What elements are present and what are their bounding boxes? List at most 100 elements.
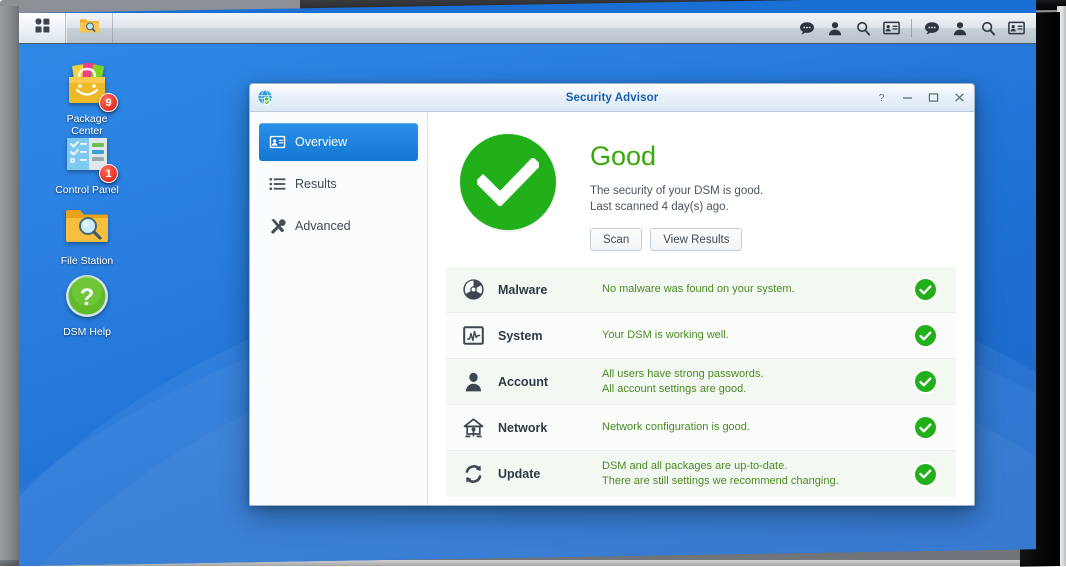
badge-count: 9 <box>99 93 118 112</box>
check-name: Malware <box>498 283 602 297</box>
content-panel: Good The security of your DSM is good. L… <box>428 112 974 505</box>
radiation-icon <box>460 279 486 300</box>
taskbar-separator <box>911 19 912 37</box>
screen: 9 Package Center <box>19 0 1036 566</box>
status-badge <box>910 417 940 438</box>
overview-description-line1: The security of your DSM is good. <box>590 183 763 199</box>
maximize-button[interactable] <box>927 91 940 104</box>
check-name: Update <box>498 467 602 481</box>
chat-bubble-icon <box>924 21 940 36</box>
taskbar-notifications-button[interactable] <box>793 13 821 43</box>
taskbar-right-icons <box>793 13 1036 43</box>
security-check-list: Malware No malware was found on your sys… <box>428 267 974 505</box>
green-check-circle <box>915 371 936 392</box>
status-badge <box>910 325 940 346</box>
chat-bubble-icon <box>799 21 815 36</box>
desktop-icon-label: Control Panel <box>55 184 119 196</box>
sidebar-item-overview[interactable]: Overview <box>259 123 418 161</box>
view-results-button[interactable]: View Results <box>650 228 742 251</box>
id-card-icon <box>1008 21 1025 35</box>
grid-menu-icon <box>34 17 51 39</box>
green-check-circle <box>915 417 936 438</box>
control-panel-icon: 1 <box>61 128 113 180</box>
status-badge <box>910 279 940 300</box>
sidebar-item-label: Results <box>295 177 337 191</box>
folder-search-icon <box>79 17 100 39</box>
person-icon <box>460 372 486 392</box>
list-icon <box>269 176 286 193</box>
tools-icon <box>269 218 286 235</box>
sidebar-item-results[interactable]: Results <box>259 165 418 203</box>
window-titlebar[interactable]: Security Advisor ? <box>250 84 974 112</box>
magnifier-icon <box>981 21 996 36</box>
router-house-icon <box>460 418 486 438</box>
help-icon: ? <box>61 270 113 322</box>
check-desc-line1: Network configuration is good. <box>602 420 910 435</box>
status-badge <box>910 371 940 392</box>
sidebar: Overview <box>250 112 428 505</box>
desktop-icon-label: Package <box>67 113 108 125</box>
green-check-circle <box>460 134 556 230</box>
check-desc-line2: All account settings are good. <box>602 382 910 397</box>
window-title: Security Advisor <box>250 92 974 104</box>
taskbar-user-button[interactable] <box>821 13 849 43</box>
overview-status-title: Good <box>590 140 763 172</box>
desktop-icon-label: DSM Help <box>63 326 111 338</box>
desktop-icon-package-center[interactable]: 9 Package Center <box>45 57 129 137</box>
svg-text:?: ? <box>80 284 95 311</box>
taskbar-file-station-button[interactable] <box>66 13 113 43</box>
magnifier-icon <box>856 21 871 36</box>
check-desc-line1: All users have strong passwords. <box>602 367 910 382</box>
check-name: Account <box>498 375 602 389</box>
green-check-circle <box>915 279 936 300</box>
table-row[interactable]: System Your DSM is working well. <box>446 313 956 359</box>
check-name: Network <box>498 421 602 435</box>
desktop-icon-label: File Station <box>61 255 114 267</box>
check-name: System <box>498 329 602 343</box>
badge-count: 1 <box>99 164 118 183</box>
taskbar-notifications-button-2[interactable] <box>918 13 946 43</box>
refresh-arrows-icon <box>460 464 486 484</box>
security-advisor-window: Security Advisor ? <box>249 83 975 506</box>
scan-button[interactable]: Scan <box>590 228 642 251</box>
person-icon <box>828 21 842 36</box>
monitor-chart-icon <box>460 326 486 345</box>
table-row[interactable]: Update DSM and all packages are up-to-da… <box>446 451 956 497</box>
table-row[interactable]: Account All users have strong passwords.… <box>446 359 956 405</box>
overview-description-line2: Last scanned 4 day(s) ago. <box>590 199 763 215</box>
green-check-circle <box>915 464 936 485</box>
taskbar <box>19 13 1036 44</box>
help-button[interactable]: ? <box>875 91 888 104</box>
desktop-icon-dsm-help[interactable]: ? DSM Help <box>45 270 129 338</box>
taskbar-widgets-button[interactable] <box>877 13 905 43</box>
sidebar-item-label: Overview <box>295 135 347 149</box>
taskbar-search-button[interactable] <box>849 13 877 43</box>
bezel-left <box>0 6 19 566</box>
check-desc-line1: No malware was found on your system. <box>602 282 910 297</box>
file-station-icon <box>61 199 113 251</box>
overview-hero: Good The security of your DSM is good. L… <box>428 112 974 267</box>
close-button[interactable] <box>953 91 966 104</box>
desktop-icon-control-panel[interactable]: 1 Control Panel <box>45 128 129 196</box>
taskbar-widgets-button-2[interactable] <box>1002 13 1030 43</box>
svg-text:?: ? <box>879 93 885 103</box>
id-card-icon <box>269 134 286 151</box>
monitor: 9 Package Center <box>0 0 1066 566</box>
taskbar-main-menu-button[interactable] <box>19 13 66 43</box>
sidebar-item-advanced[interactable]: Advanced <box>259 207 418 245</box>
check-desc-line1: DSM and all packages are up-to-date. <box>602 459 910 474</box>
minimize-button[interactable] <box>901 91 914 104</box>
desktop-icon-file-station[interactable]: File Station <box>45 199 129 267</box>
status-badge <box>910 464 940 485</box>
package-center-icon: 9 <box>61 57 113 109</box>
green-check-circle <box>915 325 936 346</box>
sidebar-item-label: Advanced <box>295 219 351 233</box>
table-row[interactable]: Network Network configuration is good. <box>446 405 956 451</box>
check-desc-line2: There are still settings we recommend ch… <box>602 474 910 489</box>
id-card-icon <box>883 21 900 35</box>
taskbar-user-button-2[interactable] <box>946 13 974 43</box>
window-controls: ? <box>875 91 966 104</box>
taskbar-search-button-2[interactable] <box>974 13 1002 43</box>
table-row[interactable]: Malware No malware was found on your sys… <box>446 267 956 313</box>
check-desc-line1: Your DSM is working well. <box>602 328 910 343</box>
